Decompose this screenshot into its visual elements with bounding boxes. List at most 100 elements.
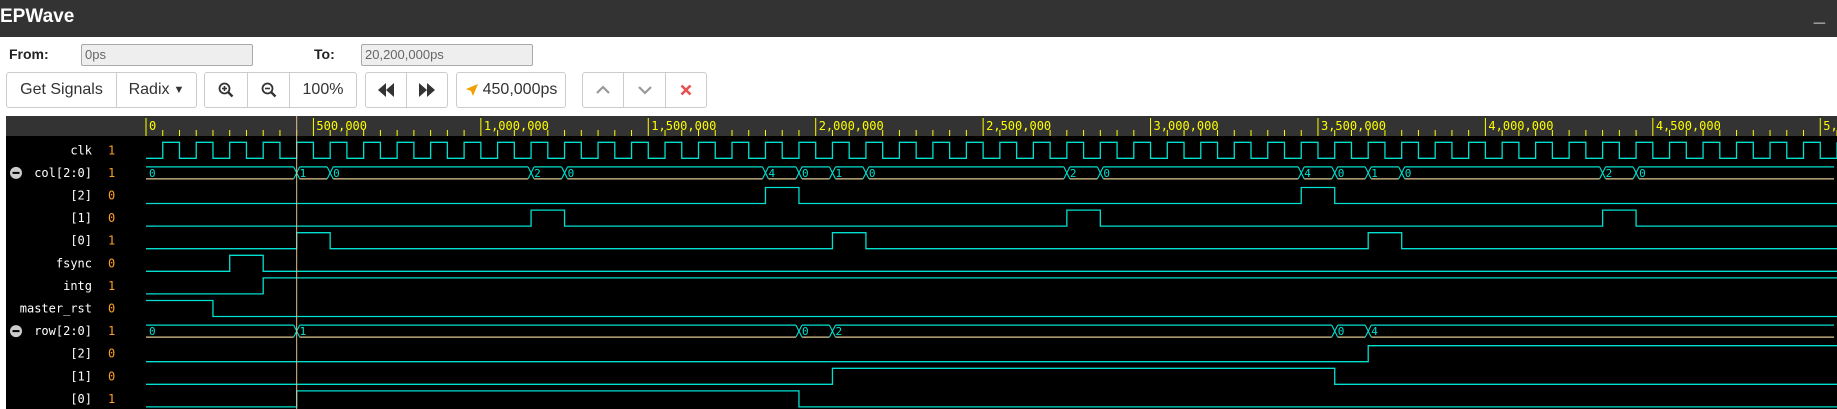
zoom-level: 100%	[302, 81, 344, 98]
caret-down-icon: ▼	[173, 84, 185, 96]
signal-name[interactable]: [2]	[70, 347, 92, 361]
ruler-label: 1,000,000	[484, 119, 549, 133]
bit-waveform[interactable]	[146, 186, 1837, 205]
bus-value-label[interactable]: 0	[149, 167, 156, 180]
cursor-time-button[interactable]: 450,000ps	[456, 72, 566, 108]
ruler-label: 500,000	[316, 119, 367, 133]
ruler-label: 3,500,000	[1321, 119, 1386, 133]
signal-name[interactable]: [1]	[70, 369, 92, 383]
signal-value: 0	[108, 211, 115, 225]
bit-waveform[interactable]	[146, 232, 1837, 250]
signal-name[interactable]: [0]	[70, 392, 92, 406]
bus-value-label[interactable]: 0	[1338, 167, 1345, 180]
bus-value-label[interactable]: 1	[835, 167, 842, 180]
next-edge-button[interactable]	[406, 72, 448, 108]
bus-value-label[interactable]: 1	[1371, 167, 1378, 180]
signal-name[interactable]: col[2:0]	[34, 166, 92, 180]
signal-value: 1	[108, 392, 115, 406]
bus-value-label[interactable]: 0	[802, 325, 809, 338]
cursor-time: 450,000ps	[482, 81, 558, 98]
signal-value: 1	[108, 166, 115, 180]
zoom-level-button[interactable]: 100%	[289, 72, 357, 108]
bus-value-label[interactable]: 0	[802, 167, 809, 180]
bus-value-label[interactable]: 2	[835, 325, 842, 338]
bus-value-label[interactable]: 0	[1639, 167, 1646, 180]
signal-value: 0	[108, 369, 115, 383]
bus-value-label[interactable]: 1	[300, 167, 307, 180]
bus-value-label[interactable]: 2	[534, 167, 541, 180]
ruler-label: 2,500,000	[986, 119, 1051, 133]
bus-value-label[interactable]: 4	[1304, 167, 1311, 180]
get-signals-label: Get Signals	[20, 81, 103, 98]
close-x-icon	[680, 84, 692, 96]
signal-value: 0	[108, 347, 115, 361]
down-button[interactable]	[623, 72, 666, 108]
bus-value-label[interactable]: 0	[1405, 167, 1412, 180]
bus-value-label[interactable]: 0	[1103, 167, 1110, 180]
bit-waveform[interactable]	[146, 345, 1837, 363]
signal-name[interactable]: clk	[70, 143, 92, 157]
bus-value-label[interactable]: 2	[1606, 167, 1613, 180]
from-field[interactable]: 0ps	[81, 44, 253, 66]
minimize-button[interactable]: _	[1814, 4, 1825, 27]
to-field[interactable]: 20,200,000ps	[361, 44, 533, 66]
signal-name[interactable]: intg	[63, 279, 92, 293]
ruler-label: 4,000,000	[1488, 119, 1553, 133]
ruler-label: 3,000,000	[1154, 119, 1219, 133]
ruler-label: 5,	[1823, 119, 1837, 133]
bus-value-label[interactable]: 2	[1070, 167, 1077, 180]
ruler-label: 0	[149, 119, 156, 133]
fast-forward-icon	[419, 83, 435, 97]
signal-name[interactable]: fsync	[56, 256, 92, 270]
ruler-label: 1,500,000	[651, 119, 716, 133]
signal-value: 1	[108, 324, 115, 338]
bus-value-label[interactable]: 4	[768, 167, 775, 180]
bit-waveform[interactable]	[146, 277, 1837, 295]
cursor-arrow-icon	[465, 84, 478, 96]
app-title: EPWave	[0, 6, 75, 27]
radix-dropdown[interactable]: Radix ▼	[116, 72, 197, 108]
signal-value: 1	[108, 143, 115, 157]
bus-value-label[interactable]: 0	[869, 167, 876, 180]
zoom-out-button[interactable]	[247, 72, 290, 108]
signal-value: 0	[108, 256, 115, 270]
bus-value-label[interactable]: 0	[1338, 325, 1345, 338]
signal-name[interactable]: master_rst	[20, 302, 92, 316]
bit-waveform[interactable]	[146, 367, 1837, 385]
signal-name[interactable]: [2]	[70, 189, 92, 203]
rewind-icon	[378, 83, 394, 97]
signal-value: 0	[108, 302, 115, 316]
clock-waveform[interactable]	[146, 141, 1837, 159]
bit-waveform[interactable]	[146, 390, 1837, 408]
collapse-icon[interactable]	[10, 166, 22, 179]
bus-value-label[interactable]: 1	[300, 325, 307, 338]
bus-value-label[interactable]: 0	[149, 325, 156, 338]
signal-name[interactable]: row[2:0]	[34, 324, 92, 338]
bus-value-label[interactable]: 0	[333, 167, 340, 180]
bus-value-label[interactable]: 0	[568, 167, 575, 180]
from-label: From:	[9, 46, 49, 62]
title-bar: EPWave _	[0, 0, 1837, 37]
to-label: To:	[314, 46, 335, 62]
signal-name[interactable]: [0]	[70, 234, 92, 248]
bit-waveform[interactable]	[146, 209, 1837, 227]
zoom-out-icon	[261, 82, 276, 98]
close-signal-button[interactable]	[665, 72, 707, 108]
previous-edge-button[interactable]	[365, 72, 407, 108]
ruler-label: 2,000,000	[819, 119, 884, 133]
chevron-down-icon	[637, 86, 652, 95]
up-button[interactable]	[582, 72, 624, 108]
signal-value: 1	[108, 279, 115, 293]
bit-waveform[interactable]	[146, 254, 1837, 272]
waveform-canvas[interactable]: 0 500,000 1,000,000 1,500,000 2,000,000 2,500…	[6, 116, 1837, 409]
bus-value-label[interactable]: 4	[1371, 325, 1378, 338]
waveform-panel[interactable]: 0 500,000 1,000,000 1,500,000 2,000,000 2,500…	[6, 116, 1837, 409]
ruler-label: 4,500,000	[1656, 119, 1721, 133]
time-ruler[interactable]	[6, 116, 1837, 136]
zoom-in-button[interactable]	[204, 72, 248, 108]
get-signals-button[interactable]: Get Signals	[6, 72, 117, 108]
collapse-icon[interactable]	[10, 325, 22, 338]
signal-name[interactable]: [1]	[70, 211, 92, 225]
bit-waveform[interactable]	[146, 299, 1837, 318]
chevron-up-icon	[596, 85, 610, 94]
